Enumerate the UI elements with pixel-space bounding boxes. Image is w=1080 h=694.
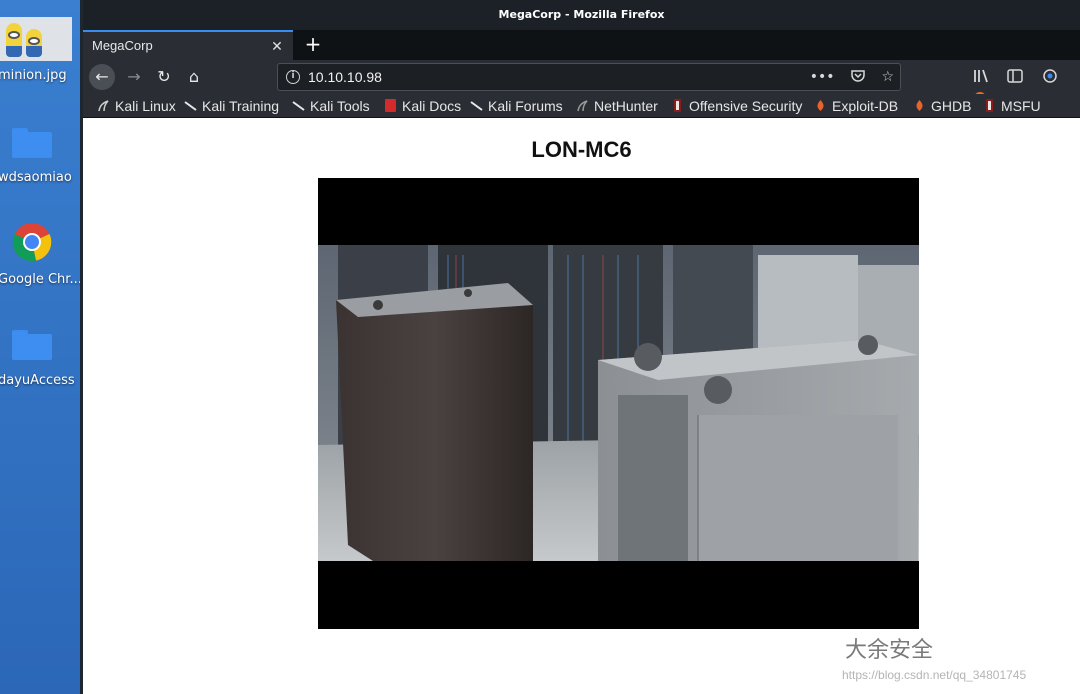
desktop-item-label: wdsaomiao <box>0 170 72 185</box>
desktop-item-dayuaccess[interactable]: dayuAccess <box>0 320 80 400</box>
camera-feed-image <box>318 245 919 561</box>
pocket-icon[interactable] <box>851 64 865 90</box>
bookmark-label: Offensive Security <box>689 98 803 114</box>
bookmark-kali-tools[interactable]: Kali Tools <box>292 94 370 117</box>
toolbar-right <box>973 66 1080 104</box>
bookmark-label: Exploit-DB <box>832 98 899 114</box>
kali-dragon-icon <box>98 100 109 112</box>
extension-icon[interactable] <box>1042 66 1058 88</box>
bookmark-label: Kali Forums <box>488 98 563 114</box>
desktop-item-wdsaomiao[interactable]: wdsaomiao <box>0 120 80 200</box>
library-icon[interactable] <box>973 66 989 88</box>
desktop-item-label: minion.jpg <box>0 68 67 83</box>
bookmark-label: Kali Tools <box>310 98 370 114</box>
desktop: minion.jpg wdsaomiao Google Chr... dayuA… <box>0 0 80 694</box>
url-bar[interactable]: i 10.10.10.98 ••• ☆ <box>277 63 901 91</box>
back-arrow-icon[interactable]: ← <box>89 64 115 90</box>
bookmark-nethunter[interactable]: NetHunter <box>576 94 658 117</box>
offsec-icon <box>986 99 993 112</box>
bookmark-label: MSFU <box>1001 98 1041 114</box>
bookmark-label: NetHunter <box>594 98 658 114</box>
watermark-url: https://blog.csdn.net/qq_34801745 <box>842 668 1027 682</box>
firefox-window: MegaCorp - Mozilla Firefox MegaCorp ✕ + … <box>80 0 1080 694</box>
chrome-icon[interactable] <box>12 222 52 262</box>
folder-icon <box>12 330 52 360</box>
page-title: LON-MC6 <box>531 137 632 162</box>
nethunter-icon <box>577 100 588 112</box>
bookmark-exploit-db[interactable]: Exploit-DB <box>814 94 899 117</box>
kali-dragon-icon <box>292 101 305 111</box>
exploitdb-icon <box>916 100 923 111</box>
bookmark-kali-linux[interactable]: Kali Linux <box>97 94 176 117</box>
desktop-item-label: Google Chr... <box>0 272 80 287</box>
url-text[interactable]: 10.10.10.98 <box>308 64 382 90</box>
kali-dragon-icon <box>184 101 197 111</box>
kali-docs-icon <box>385 99 396 112</box>
more-actions-icon[interactable]: ••• <box>810 64 835 90</box>
offsec-icon <box>674 99 681 112</box>
sidebar-icon[interactable] <box>1007 66 1024 88</box>
bookmark-label: GHDB <box>931 98 972 114</box>
bookmarks-toolbar: Kali Linux Kali Training Kali Tools Kali… <box>83 94 1080 118</box>
desktop-item-label: dayuAccess <box>0 373 75 388</box>
info-icon[interactable]: i <box>286 70 300 84</box>
navigation-toolbar: ← → ↻ ⌂ i 10.10.10.98 ••• ☆ <box>83 60 1080 104</box>
camera-feed-frame <box>318 178 919 629</box>
minion-image-icon <box>0 17 72 61</box>
folder-icon <box>12 128 52 158</box>
tab-megacorp[interactable]: MegaCorp ✕ <box>83 30 293 60</box>
watermark-brand: 大余安全 <box>845 638 934 663</box>
bookmark-offensive-security[interactable]: Offensive Security <box>671 94 803 117</box>
bookmark-label: Kali Training <box>202 98 280 114</box>
bookmark-kali-forums[interactable]: Kali Forums <box>470 94 563 117</box>
desktop-item-minion[interactable]: minion.jpg <box>0 0 80 90</box>
window-title: MegaCorp - Mozilla Firefox <box>83 0 1080 30</box>
new-tab-plus-icon[interactable]: + <box>303 34 323 54</box>
bookmark-label: Kali Docs <box>402 98 462 114</box>
bookmark-msfu[interactable]: MSFU <box>983 94 1041 117</box>
bookmark-ghdb[interactable]: GHDB <box>913 94 972 117</box>
reload-icon[interactable]: ↻ <box>151 64 177 90</box>
tab-label: MegaCorp <box>92 38 153 53</box>
bookmark-kali-training[interactable]: Kali Training <box>184 94 280 117</box>
forward-arrow-icon[interactable]: → <box>121 64 147 90</box>
tab-bar: MegaCorp ✕ + <box>83 30 1080 60</box>
bookmark-star-icon[interactable]: ☆ <box>881 64 894 90</box>
url-actions: ••• ☆ <box>798 64 894 90</box>
page-content: LON-MC6 <box>83 119 1080 694</box>
exploitdb-icon <box>817 100 824 111</box>
bookmark-label: Kali Linux <box>115 98 176 114</box>
kali-dragon-icon <box>470 101 483 111</box>
bookmark-kali-docs[interactable]: Kali Docs <box>384 94 462 117</box>
close-icon[interactable]: ✕ <box>269 38 285 54</box>
home-icon[interactable]: ⌂ <box>181 64 207 90</box>
